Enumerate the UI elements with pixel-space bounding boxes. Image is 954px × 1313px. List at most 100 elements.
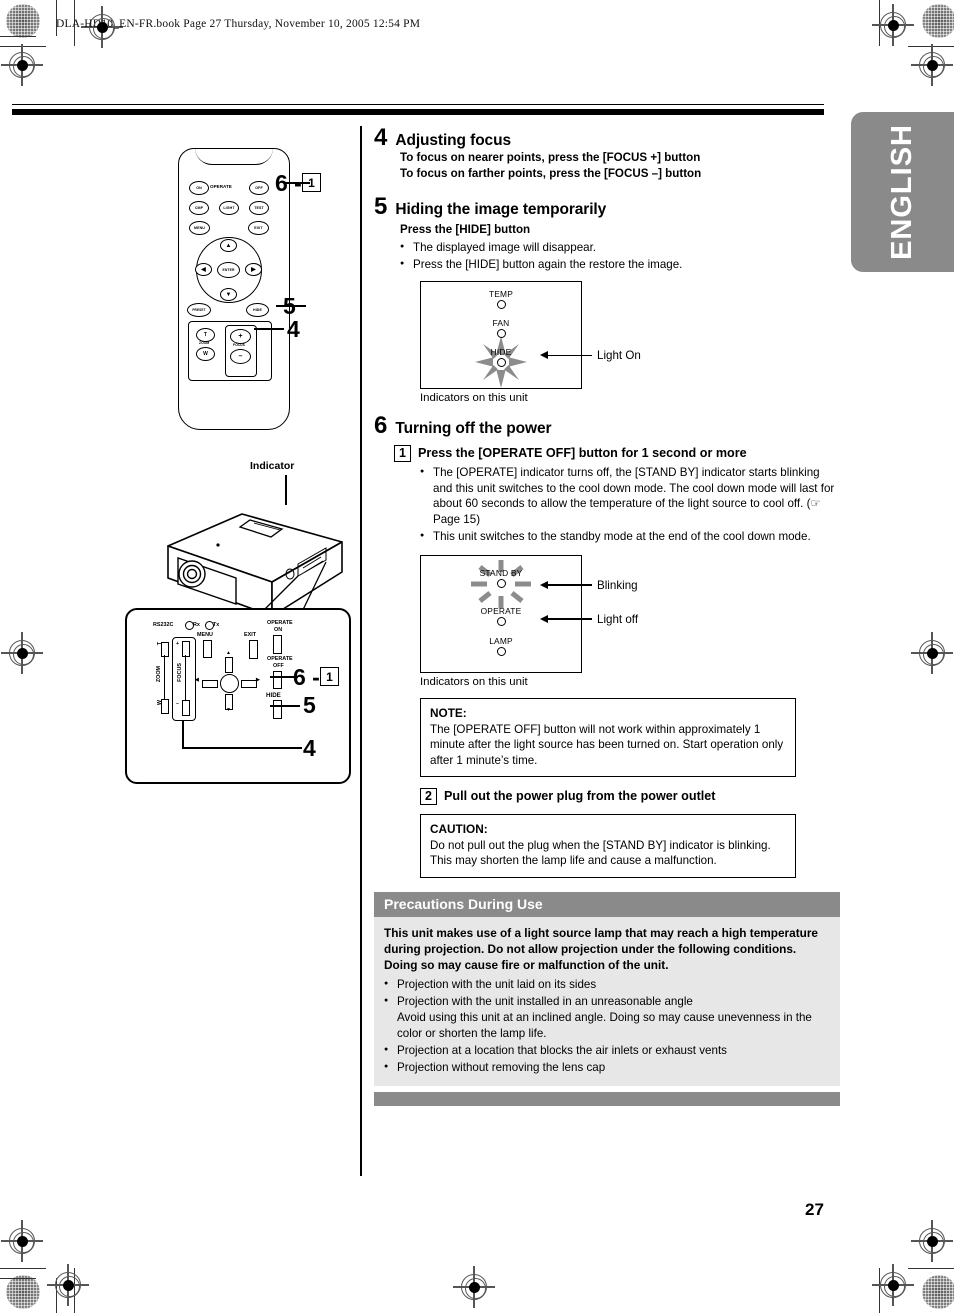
remote-button-left-icon: ◀ [195,263,212,276]
language-tab-english: ENGLISH [851,112,954,272]
remote-callout-number-4: 4 [287,316,300,342]
panel-label-operate-off-line2: OFF [273,663,284,669]
precautions-item-5: Projection without removing the lens cap [384,1060,830,1076]
remote-zoom-label: ZOOM [199,341,210,345]
remote-button-on: ON [189,181,209,195]
step-5-bullet-list: The displayed image will disappear. Pres… [400,240,840,273]
halftone-patch-top-right [922,4,954,38]
caution-box: CAUTION: Do not pull out the plug when t… [420,813,796,878]
remote-button-down-icon: ▼ [220,288,237,301]
power-indicator-operate-led [496,616,506,626]
panel-icon-down: ▼ [226,707,231,713]
document-page: DLA-HD10_EN-FR.book Page 27 Thursday, No… [0,0,954,1313]
remote-button-focus-minus: – [230,349,251,364]
precautions-lead-text: This unit makes use of a light source la… [384,925,818,972]
remote-button-light: LIGHT [219,201,239,215]
power-blinking-arrowline [548,584,592,587]
power-indicator-lamp-label: LAMP [489,635,513,646]
remote-button-exit: EXIT [248,221,269,235]
hide-light-on-annotation: Light On [540,349,641,362]
substep-1-bullet-2: This unit switches to the standby mode a… [420,529,840,545]
crop-mark-bl-h [0,1268,46,1269]
header-rule-thin [12,104,824,106]
power-blinking-arrowhead [540,581,548,590]
panel-button-focus-minus [182,700,190,716]
hide-indicator-box: TEMP FAN HIDE [420,280,582,389]
panel-callout-lead-4-v [182,720,184,748]
remote-button-zoom-t: T [196,328,215,342]
power-lightoff-annotation: Light off [540,613,638,626]
step-6: 6 Turning off the power 1 Press the [OPE… [374,413,840,545]
hide-indicator-diagram: TEMP FAN HIDE Light On Indicators on thi… [420,280,840,404]
remote-button-comp: CMP [189,201,209,215]
panel-label-rx: Rx [193,622,200,628]
remote-button-hide: HIDE [246,303,269,317]
precautions-item-2: Projection with the unit installed in an… [384,994,830,1010]
registration-mark-right-lower [911,1220,953,1262]
crop-mark-br-v [879,1268,880,1313]
panel-icon-right: ▶ [256,677,260,683]
remote-top-notch [195,148,273,165]
caution-box-text: Do not pull out the plug when the [STAND… [430,838,771,868]
hide-indicator-fan-led [496,328,506,338]
remote-callout-number-6: 6 - [275,170,302,196]
step-4-number: 4 [374,124,388,151]
step-5-bullet-1: The displayed image will disappear. [400,240,840,256]
registration-mark-left-upper [1,44,43,86]
registration-mark-bottom-center [453,1266,495,1308]
substep-1-number: 1 [394,444,411,462]
substep-2-title: Pull out the power plug from the power o… [444,789,716,804]
panel-label-operate-off-line1: OPERATE [267,656,293,662]
power-indicator-lamp-led [496,646,506,656]
power-indicator-standby: STAND BY [461,559,541,608]
remote-button-preset: PRESET [187,303,211,317]
panel-button-hide [273,700,282,719]
power-lightoff-arrowhead [540,615,548,624]
panel-callout-number-6: 6 - [293,664,320,690]
step-5-body: Press the [HIDE] button The displayed im… [374,222,840,273]
registration-mark-top-right [872,4,914,46]
control-panel-illustration: RS232C Rx Tx T ZOOM W + FOCUS – MENU ▲ ◀… [125,608,351,784]
panel-zoom-rail [164,655,165,699]
panel-icon-up: ▲ [226,650,231,656]
note-box-text: The [OPERATE OFF] button will not work w… [430,722,784,767]
step-5-bullet-2: Press the [HIDE] button again the restor… [400,257,840,273]
panel-label-menu: MENU [197,632,213,638]
panel-callout-number-4: 4 [303,735,316,761]
note-box: NOTE: The [OPERATE OFF] button will not … [420,697,796,777]
crop-mark-tl-h [0,46,46,47]
panel-button-zoom-t [161,642,169,657]
power-blinking-text: Blinking [597,578,638,592]
precautions-item-4: Projection at a location that blocks the… [384,1043,830,1059]
substep-1-title: Press the [OPERATE OFF] button for 1 sec… [418,446,747,461]
step-6-title: Turning off the power [395,419,552,437]
power-indicator-diagram: STAND BY OPERATE LAMP Blinking Light off… [420,554,840,688]
substep-1-heading: 1 Press the [OPERATE OFF] button for 1 s… [394,444,840,462]
hide-light-on-text: Light On [597,348,641,362]
remote-button-menu: MENU [189,221,210,235]
registration-mark-left-mid [1,632,43,674]
hide-indicator-hide-label: HIDE [490,346,512,357]
registration-mark-bottom-right [872,1264,914,1306]
panel-icon-left: ◀ [195,677,199,683]
crop-mark-tl2-h [0,36,36,37]
panel-button-focus-plus [182,641,190,657]
hide-indicator-temp-label: TEMP [488,288,514,299]
power-lightoff-arrowline [548,618,592,621]
step-5-subhead: Press the [HIDE] button [400,222,531,236]
registration-mark-bottom-left [47,1264,89,1306]
remote-button-zoom-w: W [196,347,215,361]
panel-button-exit [249,640,258,659]
remote-button-off: OFF [249,181,269,195]
precautions-footer-bar [374,1092,840,1107]
panel-callout-lead-5 [270,705,300,707]
remote-button-off-label: OFF [255,186,263,190]
hide-indicator-hide: HIDE [461,335,541,388]
step-5-number: 5 [374,192,388,220]
power-lightoff-text: Light off [597,612,639,626]
column-divider-rule [360,126,363,1176]
remote-callout-box-1: 1 [302,173,321,192]
remote-operate-label: OPERATE [210,184,232,189]
step-4-title: Adjusting focus [395,132,511,149]
hide-diagram-caption: Indicators on this unit [420,391,528,404]
